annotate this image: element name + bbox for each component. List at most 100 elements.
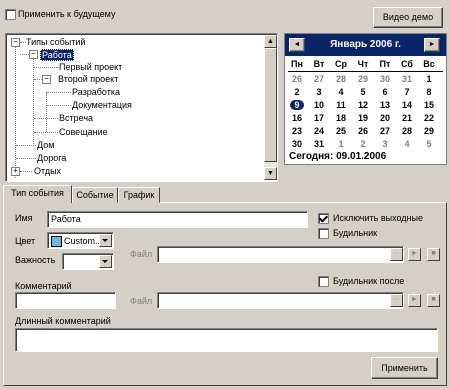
calendar-day[interactable]: 1 <box>419 74 439 84</box>
calendar-day[interactable]: 3 <box>375 139 395 149</box>
calendar-day[interactable]: 4 <box>397 139 417 149</box>
calendar-day[interactable]: 22 <box>419 113 439 123</box>
file-input-2[interactable]: ··· <box>157 292 404 309</box>
color-select[interactable]: Custom... <box>47 232 114 249</box>
calendar-day[interactable]: 31 <box>309 139 329 149</box>
calendar-day[interactable]: 30 <box>375 74 395 84</box>
calendar-day[interactable]: 13 <box>375 100 395 110</box>
expand-rest-icon[interactable]: + <box>11 167 20 176</box>
tree-node-development[interactable]: Разработка <box>72 87 120 97</box>
browse-file-1-icon[interactable]: ··· <box>390 248 403 261</box>
calendar-day[interactable]: 1 <box>331 139 351 149</box>
calendar-day[interactable]: 5 <box>419 139 439 149</box>
name-input[interactable]: Работа <box>47 211 308 228</box>
calendar-day[interactable]: 29 <box>353 74 373 84</box>
scroll-thumb[interactable] <box>264 48 277 162</box>
calendar-day[interactable]: 27 <box>309 74 329 84</box>
calendar-day[interactable]: 2 <box>353 139 373 149</box>
calendar-day[interactable]: 28 <box>331 74 351 84</box>
calendar-day[interactable]: 8 <box>419 87 439 97</box>
play-file-1-icon[interactable]: ► <box>408 248 421 261</box>
calendar-day[interactable]: 18 <box>331 113 351 123</box>
calendar-day[interactable]: 10 <box>309 100 329 110</box>
play-file-2-icon[interactable]: ► <box>408 294 421 307</box>
event-types-tree[interactable]: − Типы событий − Работа Первый проект − … <box>5 33 278 182</box>
calendar-month-title[interactable]: Январь 2006 г. <box>285 39 446 50</box>
calendar-day[interactable]: 17 <box>309 113 329 123</box>
tree-node-second-project[interactable]: Второй проект <box>58 74 118 84</box>
tree-node-road[interactable]: Дорога <box>37 153 66 163</box>
calendar-day[interactable]: 29 <box>419 126 439 136</box>
scroll-up-icon[interactable]: ▲ <box>264 35 277 48</box>
collapse-root-icon[interactable]: − <box>11 38 20 47</box>
calendar-day[interactable]: 11 <box>331 100 351 110</box>
tree-scrollbar[interactable]: ▲ ▼ <box>264 35 277 180</box>
next-month-button[interactable]: ► <box>424 38 440 52</box>
calendar-day[interactable]: 27 <box>375 126 395 136</box>
calendar-day[interactable]: 3 <box>309 87 329 97</box>
calendar-day[interactable]: 28 <box>397 126 417 136</box>
tree-node-root[interactable]: Типы событий <box>26 37 85 47</box>
file-input-1[interactable]: ··· <box>157 246 404 263</box>
today-label[interactable]: Сегодня: 09.01.2006 <box>289 151 386 162</box>
apply-future-label: Применить к будущему <box>18 9 116 19</box>
weekday-separator <box>288 71 443 72</box>
month-calendar[interactable]: ◄ Январь 2006 г. ► Пн Вт Ср Чт Пт Сб Вс 26 27 28… <box>284 33 447 165</box>
browse-file-2-icon[interactable]: ··· <box>390 294 403 307</box>
calendar-day[interactable]: 7 <box>397 87 417 97</box>
calendar-day[interactable]: 20 <box>375 113 395 123</box>
calendar-day[interactable]: 25 <box>331 126 351 136</box>
alarm-checkbox[interactable] <box>318 228 329 239</box>
calendar-day[interactable]: 2 <box>287 87 307 97</box>
collapse-second-project-icon[interactable]: − <box>42 75 51 84</box>
weekday-3: Чт <box>357 59 369 69</box>
alarm-after-checkbox[interactable] <box>318 276 329 287</box>
color-dropdown-icon[interactable] <box>99 234 112 247</box>
exclude-weekends-checkbox[interactable] <box>318 213 329 224</box>
importance-dropdown-icon[interactable] <box>99 255 112 268</box>
long-comment-input[interactable] <box>15 328 438 352</box>
importance-label: Важность <box>15 255 56 265</box>
apply-future-checkbox[interactable] <box>5 9 16 20</box>
calendar-day[interactable]: 14 <box>397 100 417 110</box>
video-demo-button[interactable]: Видео демо <box>373 7 443 28</box>
calendar-day[interactable]: 6 <box>375 87 395 97</box>
tree-node-work[interactable]: Работа <box>40 49 74 61</box>
apply-button[interactable]: Применить <box>371 357 438 379</box>
tree-node-rest[interactable]: Отдых <box>34 166 61 176</box>
calendar-day[interactable]: 24 <box>309 126 329 136</box>
tab-event-type[interactable]: Тип события <box>3 185 72 203</box>
weekday-4: Пт <box>379 59 391 69</box>
tree-node-meeting[interactable]: Совещание <box>59 127 108 137</box>
tree-node-first-project[interactable]: Первый проект <box>59 62 122 72</box>
calendar-day[interactable]: 26 <box>353 126 373 136</box>
file-label-1: Файл <box>130 249 153 259</box>
calendar-day[interactable]: 19 <box>353 113 373 123</box>
calendar-day[interactable]: 9 <box>290 100 304 110</box>
calendar-day[interactable]: 26 <box>287 74 307 84</box>
tab-event[interactable]: Событие <box>72 187 118 203</box>
calendar-day[interactable]: 31 <box>397 74 417 84</box>
exclude-weekends-label: Исключить выходные <box>333 213 423 223</box>
calendar-day[interactable]: 30 <box>287 139 307 149</box>
calendar-day[interactable]: 4 <box>331 87 351 97</box>
calendar-day[interactable]: 23 <box>287 126 307 136</box>
calendar-day[interactable]: 16 <box>287 113 307 123</box>
tree-node-home[interactable]: Дом <box>37 140 54 150</box>
tab-schedule[interactable]: График <box>118 187 160 203</box>
tree-node-meeting-short[interactable]: Встреча <box>59 113 93 123</box>
calendar-day[interactable]: 12 <box>353 100 373 110</box>
comment-input[interactable] <box>15 292 116 309</box>
importance-select[interactable] <box>62 253 114 270</box>
collapse-work-icon[interactable]: − <box>29 50 38 59</box>
stop-file-1-icon[interactable]: ■ <box>427 248 440 261</box>
alarm-label: Будильник <box>333 228 378 238</box>
calendar-day[interactable]: 21 <box>397 113 417 123</box>
stop-file-2-icon[interactable]: ■ <box>427 294 440 307</box>
tree-node-documentation[interactable]: Документация <box>72 100 132 110</box>
calendar-day[interactable]: 15 <box>419 100 439 110</box>
color-label: Цвет <box>15 236 36 246</box>
alarm-after-label: Будильник после <box>333 276 405 286</box>
scroll-down-icon[interactable]: ▼ <box>264 167 277 180</box>
calendar-day[interactable]: 5 <box>353 87 373 97</box>
